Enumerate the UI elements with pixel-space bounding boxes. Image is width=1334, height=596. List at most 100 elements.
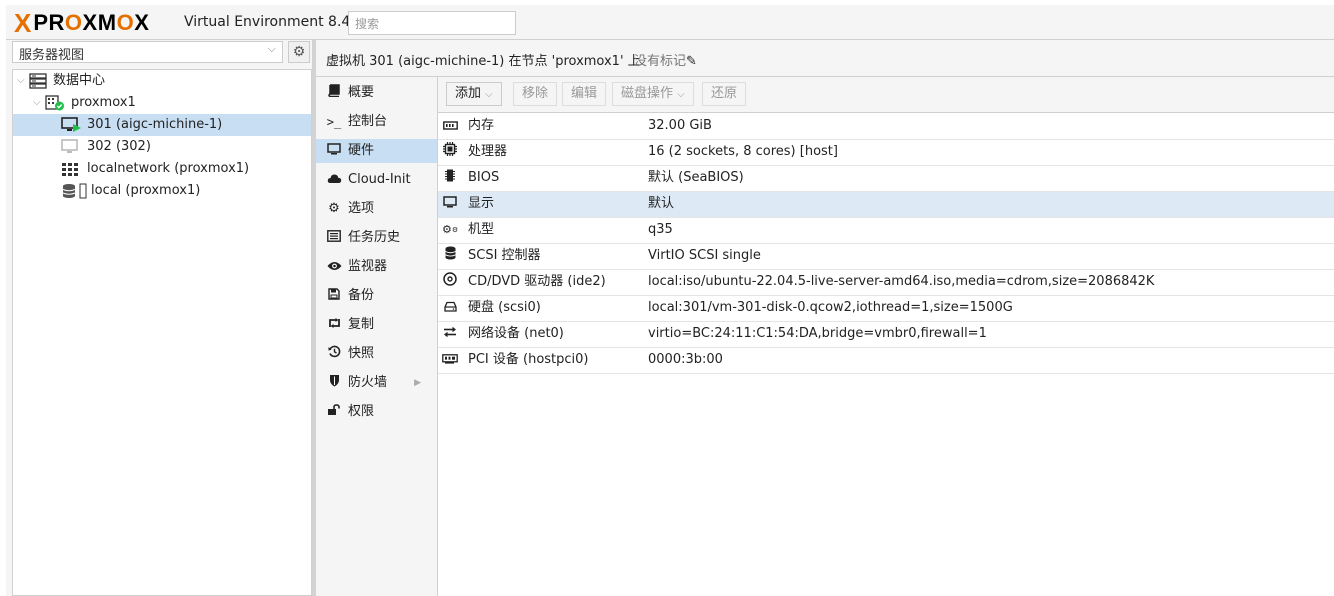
table-row[interactable]: 处理器 16 (2 sockets, 8 cores) [host] xyxy=(438,140,1334,166)
nav-backup[interactable]: 备份 xyxy=(316,284,437,308)
pci-card-icon xyxy=(442,348,458,372)
hardware-key: 机型 xyxy=(468,222,495,237)
cdrom-icon xyxy=(442,270,458,294)
version-label: Virtual Environment 8.4.0 xyxy=(184,14,364,30)
nav-label: 硬件 xyxy=(348,143,375,158)
search-input[interactable]: 搜索 xyxy=(348,11,516,35)
nav-label: 选项 xyxy=(348,201,375,216)
hardware-value: 0000:3b:00 xyxy=(648,352,723,367)
edit-button[interactable]: 编辑 xyxy=(562,82,607,106)
nav-summary[interactable]: 概要 xyxy=(316,81,437,105)
proxmox-logo[interactable]: X PROXMOX xyxy=(14,10,150,36)
submenu-arrow-icon[interactable]: ▶ xyxy=(414,371,421,395)
hardware-key: BIOS xyxy=(468,170,500,185)
table-row[interactable]: SCSI 控制器 VirtIO SCSI single xyxy=(438,244,1334,270)
hardware-toolbar: 添加 ⌵ 移除 编辑 磁盘操作 ⌵ 还原 xyxy=(438,77,1334,113)
nav-label: 控制台 xyxy=(348,114,388,129)
hardware-key: 内存 xyxy=(468,118,495,133)
table-row[interactable]: ⚙⚙ 机型 q35 xyxy=(438,218,1334,244)
monitor-icon xyxy=(326,139,342,163)
hardware-value: local:iso/ubuntu-22.04.5-live-server-amd… xyxy=(648,274,1155,289)
tree-item-localnetwork[interactable]: localnetwork (proxmox1) xyxy=(13,158,311,180)
cloud-icon xyxy=(326,168,342,192)
table-row[interactable]: BIOS 默认 (SeaBIOS) xyxy=(438,166,1334,192)
shield-icon xyxy=(326,371,342,395)
nav-hardware[interactable]: 硬件 xyxy=(316,139,437,163)
remove-button[interactable]: 移除 xyxy=(513,82,558,106)
nav-cloud-init[interactable]: Cloud-Init xyxy=(316,168,437,192)
nav-task-history[interactable]: 任务历史 xyxy=(316,226,437,250)
nav-replication[interactable]: 复制 xyxy=(316,313,437,337)
hardware-value: 32.00 GiB xyxy=(648,118,712,133)
pencil-icon[interactable]: ✎ xyxy=(686,54,697,69)
nav-firewall[interactable]: 防火墙 ▶ xyxy=(316,371,437,395)
table-row[interactable]: 显示 默认 xyxy=(438,192,1334,218)
nav-label: 复制 xyxy=(348,317,375,332)
table-row[interactable]: CD/DVD 驱动器 (ide2) local:iso/ubuntu-22.04… xyxy=(438,270,1334,296)
table-row[interactable]: 内存 32.00 GiB xyxy=(438,114,1334,140)
tree-item-vm-302[interactable]: 302 (302) xyxy=(13,136,311,158)
hardware-value: 默认 (SeaBIOS) xyxy=(648,170,744,185)
table-row[interactable]: 网络设备 (net0) virtio=BC:24:11:C1:54:DA,bri… xyxy=(438,322,1334,348)
tree-item-label: localnetwork (proxmox1) xyxy=(87,161,250,176)
nav-label: 任务历史 xyxy=(348,230,401,245)
view-selector[interactable]: 服务器视图 ⌵ xyxy=(12,41,283,63)
hardware-value: 默认 xyxy=(648,196,675,211)
history-icon xyxy=(326,342,342,366)
hardware-value: q35 xyxy=(648,222,673,237)
floppy-icon xyxy=(326,284,342,308)
vm-subnav: 概要 >_ 控制台 硬件 Cloud-Init ⚙ 选项 任务历史 监视器 备份… xyxy=(316,77,438,596)
view-settings-gear-icon[interactable]: ⚙ xyxy=(288,41,310,63)
cogs-icon: ⚙⚙ xyxy=(442,223,459,236)
expander-icon[interactable]: ⌵ xyxy=(17,70,27,92)
nav-options[interactable]: ⚙ 选项 xyxy=(316,197,437,221)
hardware-key: 显示 xyxy=(468,196,495,211)
nav-monitor[interactable]: 监视器 xyxy=(316,255,437,279)
tags-editor[interactable]: 没有标记✎ xyxy=(634,50,697,69)
desktop-icon xyxy=(442,192,458,216)
hardware-key: PCI 设备 (hostpci0) xyxy=(468,352,589,367)
hardware-value: 16 (2 sockets, 8 cores) [host] xyxy=(648,144,838,159)
nav-permissions[interactable]: 权限 xyxy=(316,400,437,424)
tree-item-vm-301[interactable]: 301 (aigc-michine-1) xyxy=(13,114,311,136)
tree-item-label: 301 (aigc-michine-1) xyxy=(87,117,223,132)
node-online-icon xyxy=(45,95,64,111)
retweet-icon xyxy=(326,313,342,337)
expander-icon[interactable]: ⌵ xyxy=(33,92,43,114)
exchange-icon xyxy=(442,322,458,346)
nav-snapshots[interactable]: 快照 xyxy=(316,342,437,366)
database-icon xyxy=(442,244,458,268)
add-button[interactable]: 添加 ⌵ xyxy=(446,82,502,106)
nav-label: 权限 xyxy=(348,404,375,419)
brand-wordmark: PROXMOX xyxy=(33,10,150,35)
content-header: 虚拟机 301 (aigc-michine-1) 在节点 'proxmox1' … xyxy=(316,40,1334,77)
nav-label: 备份 xyxy=(348,288,375,303)
gear-icon: ⚙ xyxy=(328,201,340,216)
nav-label: 快照 xyxy=(348,346,375,361)
tree-item-label: local (proxmox1) xyxy=(91,183,201,198)
disk-action-button[interactable]: 磁盘操作 ⌵ xyxy=(612,82,694,106)
nav-console[interactable]: >_ 控制台 xyxy=(316,110,437,134)
tree-item-datacenter[interactable]: ⌵ 数据中心 xyxy=(13,70,311,92)
view-selector-value: 服务器视图 xyxy=(19,48,85,63)
chevron-down-icon: ⌵ xyxy=(267,42,276,55)
eye-icon xyxy=(326,255,342,279)
add-button-label: 添加 xyxy=(455,86,482,101)
cpu-icon xyxy=(442,140,458,164)
nav-label: 防火墙 xyxy=(348,375,388,390)
page-title: 虚拟机 301 (aigc-michine-1) 在节点 'proxmox1' … xyxy=(326,54,641,69)
vm-stopped-icon xyxy=(61,139,79,155)
table-row[interactable]: PCI 设备 (hostpci0) 0000:3b:00 xyxy=(438,348,1334,374)
datacenter-icon xyxy=(29,73,47,89)
sdn-grid-icon xyxy=(61,161,79,177)
memory-icon xyxy=(442,114,458,138)
chevron-down-icon: ⌵ xyxy=(485,89,493,100)
tree-item-local-storage[interactable]: local (proxmox1) xyxy=(13,180,311,202)
table-row[interactable]: 硬盘 (scsi0) local:301/vm-301-disk-0.qcow2… xyxy=(438,296,1334,322)
vm-running-icon xyxy=(61,117,81,133)
disk-action-label: 磁盘操作 xyxy=(621,86,674,101)
storage-icon xyxy=(61,183,89,199)
revert-button[interactable]: 还原 xyxy=(702,82,747,106)
tree-item-node[interactable]: ⌵ proxmox1 xyxy=(13,92,311,114)
hardware-value: virtio=BC:24:11:C1:54:DA,bridge=vmbr0,fi… xyxy=(648,326,987,341)
